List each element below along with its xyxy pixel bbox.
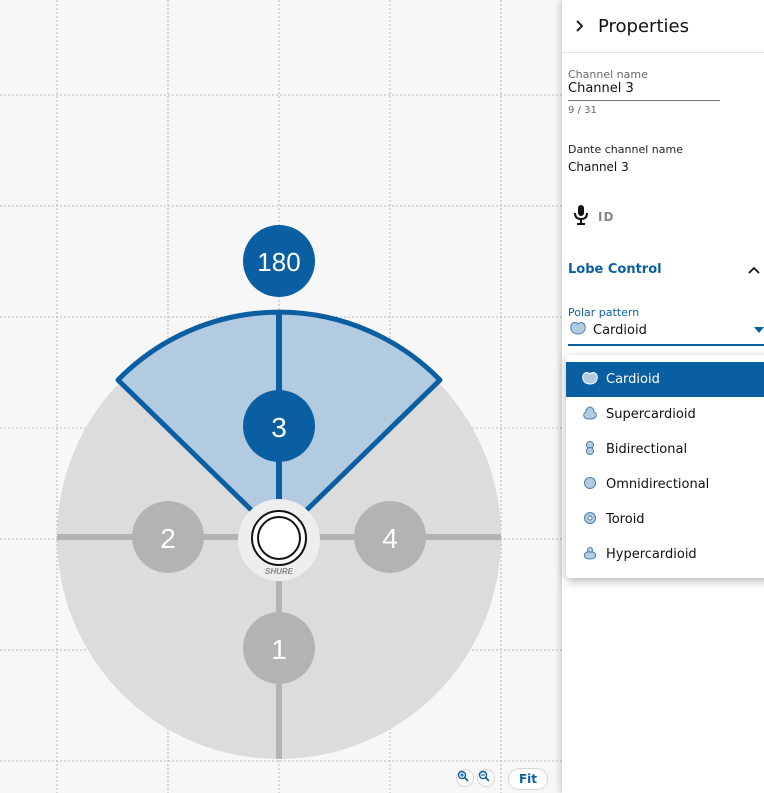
option-toroid[interactable]: Toroid xyxy=(566,502,764,537)
option-label: Omnidirectional xyxy=(606,477,710,492)
fit-button[interactable]: Fit xyxy=(508,768,548,790)
channel-name-counter: 9 / 31 xyxy=(568,105,597,116)
polar-pattern-select[interactable]: Cardioid xyxy=(568,319,764,346)
chevron-right-icon[interactable] xyxy=(574,17,598,36)
lobe-3-label: 3 xyxy=(271,412,287,443)
channel-name-input[interactable]: Channel 3 xyxy=(568,81,720,101)
device-brand-logo: SHURE xyxy=(265,567,294,576)
option-label: Bidirectional xyxy=(606,442,688,457)
identify-button[interactable]: ID xyxy=(574,205,614,229)
bidirectional-icon xyxy=(580,440,600,459)
panel-title: Properties xyxy=(598,15,689,37)
option-supercardioid[interactable]: Supercardioid xyxy=(566,397,764,432)
zoom-in-icon[interactable] xyxy=(456,769,474,787)
lobe-2-label: 2 xyxy=(160,523,176,554)
supercardioid-icon xyxy=(580,405,600,424)
channel-name-label: Channel name xyxy=(568,68,648,81)
coverage-canvas[interactable]: 3 2 4 1 180 SHURE Fit xyxy=(0,0,562,793)
option-label: Supercardioid xyxy=(606,407,696,422)
option-cardioid[interactable]: Cardioid xyxy=(566,362,764,397)
caret-down-icon xyxy=(754,325,764,336)
option-label: Toroid xyxy=(606,512,645,527)
lobe-control-section[interactable]: Lobe Control xyxy=(568,262,764,277)
option-label: Cardioid xyxy=(606,372,660,387)
panel-header: Properties xyxy=(562,0,764,53)
option-omnidirectional[interactable]: Omnidirectional xyxy=(566,467,764,502)
dante-channel-value: Channel 3 xyxy=(568,160,629,174)
toroid-icon xyxy=(580,511,600,529)
coverage-map: 3 2 4 1 180 SHURE xyxy=(0,0,562,793)
lobe-1-label: 1 xyxy=(271,634,287,665)
lobe-4-label: 4 xyxy=(382,523,398,554)
channel-name-field[interactable]: Channel name Channel 3 9 / 31 xyxy=(568,68,720,116)
microphone-icon xyxy=(574,205,588,229)
cardioid-icon xyxy=(568,321,588,339)
lobe-control-title: Lobe Control xyxy=(568,262,662,277)
angle-badge-label: 180 xyxy=(257,247,300,277)
option-label: Hypercardioid xyxy=(606,547,697,562)
zoom-out-icon[interactable] xyxy=(477,769,495,787)
polar-pattern-label: Polar pattern xyxy=(568,306,640,319)
dante-channel-field: Dante channel name Channel 3 xyxy=(568,143,683,174)
dante-channel-label: Dante channel name xyxy=(568,143,683,156)
microphone-device[interactable]: SHURE xyxy=(238,499,320,581)
polar-pattern-dropdown: Cardioid Supercardioid Bidirectional Omn… xyxy=(566,355,764,578)
polar-pattern-value: Cardioid xyxy=(593,322,647,338)
chevron-up-icon[interactable] xyxy=(748,263,764,277)
polar-pattern-field[interactable]: Polar pattern Cardioid xyxy=(568,306,764,346)
omnidirectional-icon xyxy=(580,476,600,494)
id-label: ID xyxy=(598,210,615,224)
option-bidirectional[interactable]: Bidirectional xyxy=(566,432,764,467)
cardioid-icon xyxy=(580,371,600,389)
hypercardioid-icon xyxy=(580,546,600,564)
option-hypercardioid[interactable]: Hypercardioid xyxy=(566,537,764,572)
